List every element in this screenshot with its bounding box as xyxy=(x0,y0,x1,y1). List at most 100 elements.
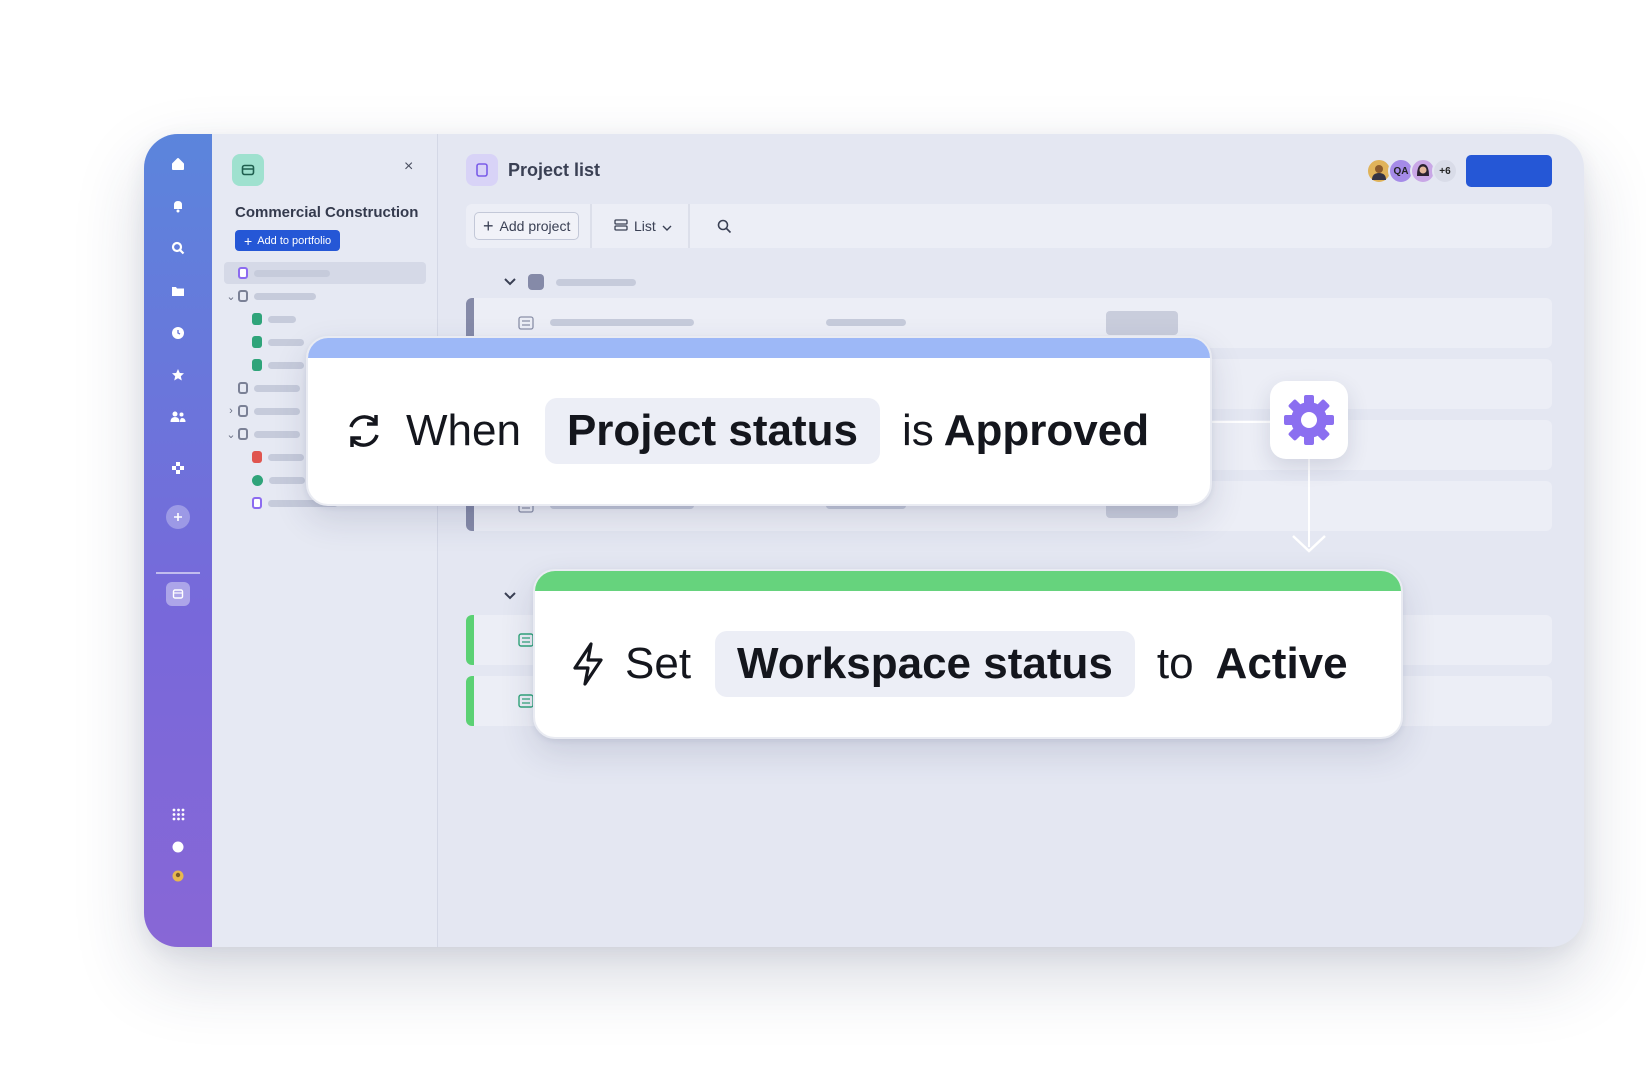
action-operator: to xyxy=(1156,639,1194,688)
toolbar-divider xyxy=(590,204,592,248)
view-selector[interactable]: List xyxy=(614,212,672,240)
tree-item-sheet-2[interactable] xyxy=(252,332,304,352)
workspace-logo-icon xyxy=(232,154,264,186)
primary-action-button[interactable] xyxy=(1466,155,1552,187)
action-value[interactable]: Active xyxy=(1216,639,1348,689)
tree-item-project-list[interactable] xyxy=(238,263,330,283)
more-users-badge[interactable]: +6 xyxy=(1432,158,1458,184)
stage: × Commercial Construction + Add to portf… xyxy=(0,0,1646,1080)
people-icon[interactable] xyxy=(166,405,190,429)
plus-icon: + xyxy=(483,216,494,236)
list-view-icon xyxy=(614,218,628,234)
tree-item-placeholder xyxy=(254,407,300,415)
tree-item-doc-1[interactable] xyxy=(238,378,300,398)
main-content: Project list QA +6 + Add project List xyxy=(438,134,1584,947)
chevron-down-icon xyxy=(504,278,516,286)
project-list-icon xyxy=(252,497,262,509)
doc-icon xyxy=(238,382,248,394)
arrow-down-icon xyxy=(1292,535,1326,553)
tree-item-placeholder xyxy=(254,384,300,392)
folder-doc-icon xyxy=(238,405,248,417)
chevron-right-icon: › xyxy=(229,405,233,417)
checklist-icon xyxy=(518,316,534,335)
action-card-bar xyxy=(535,571,1401,591)
sync-icon xyxy=(344,411,384,451)
row-name-placeholder xyxy=(550,319,694,326)
trigger-field-chip[interactable]: Project status xyxy=(544,398,880,464)
dashboard-icon xyxy=(252,474,263,486)
chevron-down-icon: ⌄ xyxy=(226,290,236,303)
row-value-placeholder xyxy=(826,319,906,326)
group-header[interactable] xyxy=(504,586,516,606)
connector-line xyxy=(1210,421,1270,423)
chevron-down-icon: ⌄ xyxy=(226,428,236,441)
tree-item-placeholder xyxy=(254,430,300,438)
group-color-swatch xyxy=(528,274,544,290)
tree-item-placeholder xyxy=(254,269,330,277)
sheet-icon xyxy=(252,336,262,348)
tree-item-folder-2[interactable]: › xyxy=(224,401,300,421)
app-window: × Commercial Construction + Add to portf… xyxy=(144,134,1584,947)
nav-rail xyxy=(144,134,212,947)
user-avatar-icon[interactable] xyxy=(166,864,190,888)
tree-item-form[interactable] xyxy=(252,447,304,467)
checklist-icon xyxy=(518,694,534,713)
tree-item-placeholder xyxy=(268,338,304,346)
tree-item-folder-1[interactable]: ⌄ xyxy=(224,286,316,306)
trigger-value[interactable]: Approved xyxy=(944,406,1149,456)
toolbar-divider xyxy=(688,204,690,248)
automation-trigger-card[interactable]: When Project status is Approved xyxy=(306,336,1212,506)
avatar-initials: QA xyxy=(1393,165,1409,177)
more-users-count: +6 xyxy=(1439,165,1451,177)
sheet-icon xyxy=(252,313,262,325)
add-workspace-icon[interactable] xyxy=(166,505,190,529)
tree-item-placeholder xyxy=(268,361,304,369)
apps-icon[interactable] xyxy=(166,456,190,480)
trigger-card-bar xyxy=(308,338,1210,358)
tree-item-sheet-1[interactable] xyxy=(252,309,296,329)
tree-item-placeholder xyxy=(268,453,304,461)
tree-item-placeholder xyxy=(268,315,296,323)
automation-gear[interactable] xyxy=(1270,381,1348,459)
add-project-label: Add project xyxy=(499,218,571,234)
rail-divider xyxy=(156,572,200,574)
lightning-icon xyxy=(571,642,605,686)
toolbar: + Add project List xyxy=(466,204,1552,248)
trigger-keyword: When xyxy=(406,406,521,455)
project-list-icon xyxy=(238,267,248,279)
workspace-sidebar: × Commercial Construction + Add to portf… xyxy=(212,134,438,947)
folder-doc-icon xyxy=(238,428,248,440)
trigger-operator: is xyxy=(901,406,934,455)
bell-icon[interactable] xyxy=(166,194,190,218)
group-header[interactable] xyxy=(504,272,636,292)
tree-item-dashboard[interactable] xyxy=(252,470,305,490)
avatar-group[interactable]: QA +6 xyxy=(1366,158,1458,184)
project-list-icon xyxy=(466,154,498,186)
add-to-portfolio-button[interactable]: + Add to portfolio xyxy=(235,230,341,251)
tree-item-sheet-3[interactable] xyxy=(252,355,304,375)
tree-item-folder-3[interactable]: ⌄ xyxy=(224,424,300,444)
folder-doc-icon xyxy=(238,290,248,302)
workspace-name: Commercial Construction xyxy=(235,204,419,221)
help-icon[interactable] xyxy=(166,835,190,859)
automation-action-card[interactable]: Set Workspace status to Active xyxy=(533,569,1403,739)
close-sidebar-button[interactable]: × xyxy=(404,158,413,176)
chevron-down-icon xyxy=(504,592,516,600)
action-field-chip[interactable]: Workspace status xyxy=(715,631,1135,697)
row-stripe xyxy=(466,615,474,665)
workspace-icon[interactable] xyxy=(166,582,190,606)
grid-menu-icon[interactable] xyxy=(166,802,190,826)
search-icon[interactable] xyxy=(166,236,190,260)
search-icon[interactable] xyxy=(714,216,734,236)
gear-icon xyxy=(1284,395,1334,445)
row-stripe xyxy=(466,676,474,726)
add-project-button[interactable]: + Add project xyxy=(474,212,580,240)
group-name-placeholder xyxy=(556,278,636,286)
star-icon[interactable] xyxy=(166,363,190,387)
add-to-portfolio-label: Add to portfolio xyxy=(257,234,332,247)
folder-icon[interactable] xyxy=(166,279,190,303)
sheet-icon xyxy=(252,359,262,371)
home-icon[interactable] xyxy=(166,152,190,176)
action-keyword: Set xyxy=(625,639,692,688)
clock-icon[interactable] xyxy=(166,321,190,345)
